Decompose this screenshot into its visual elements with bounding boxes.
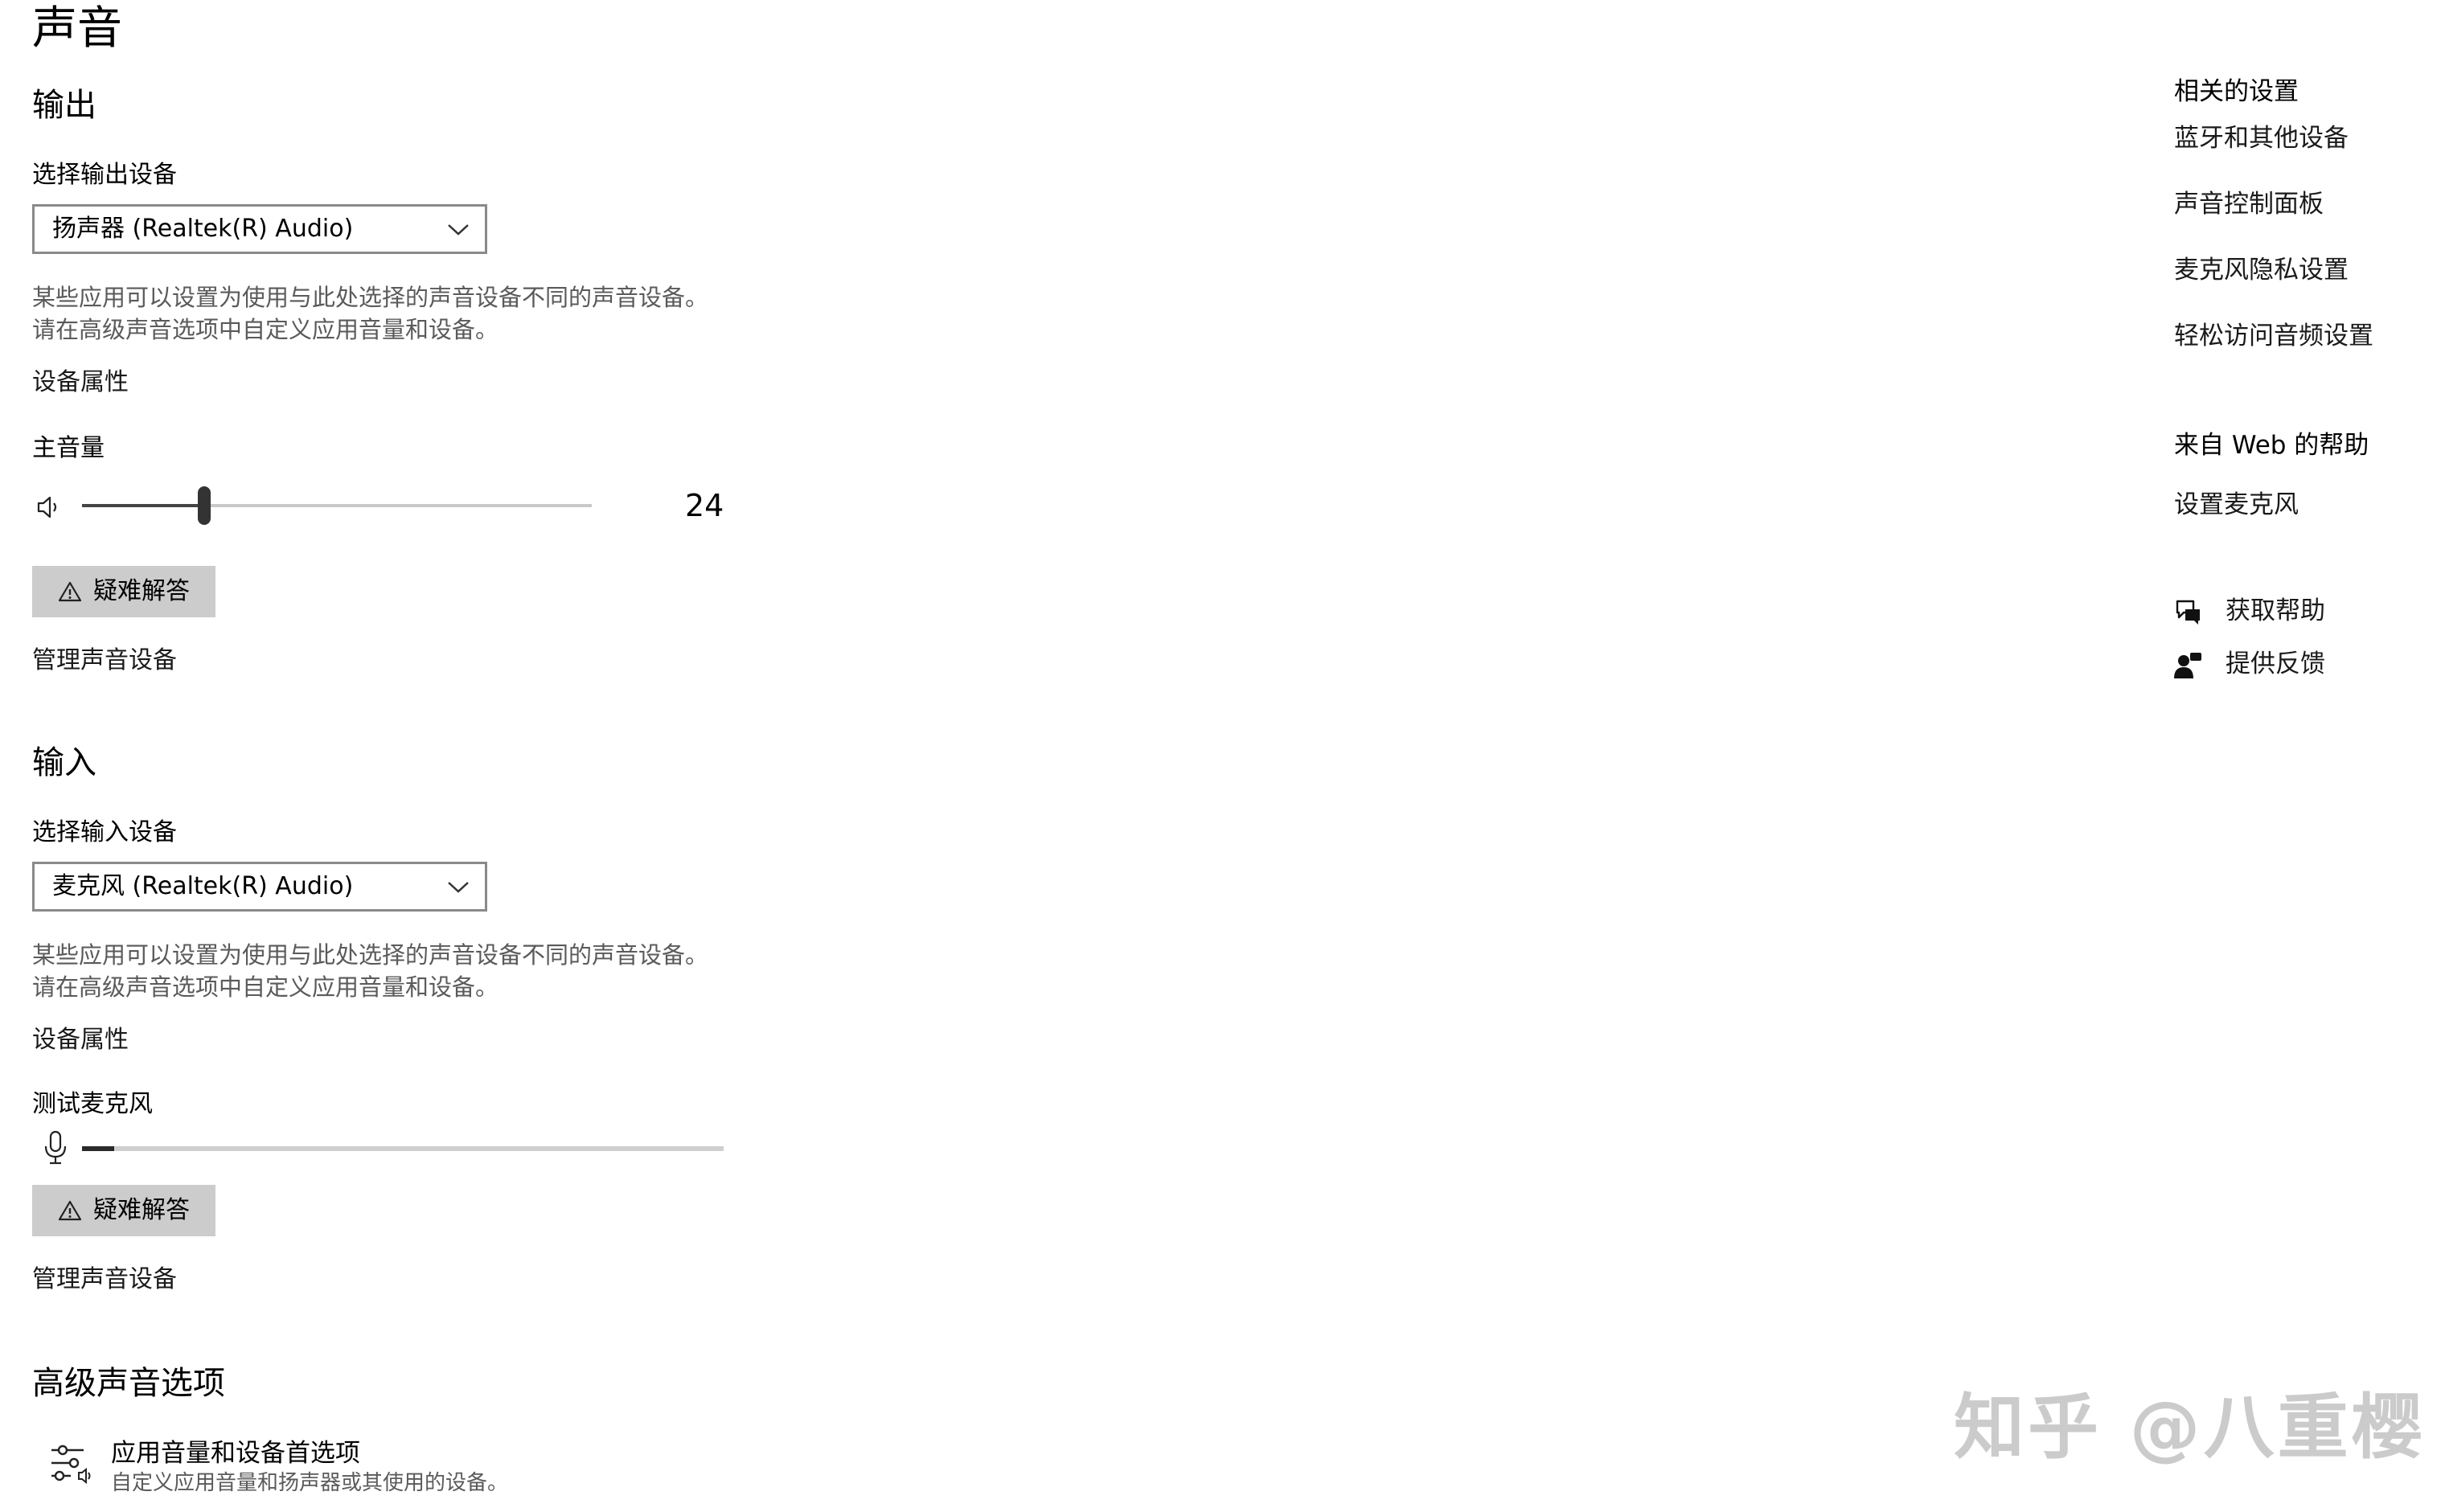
chevron-down-icon [448,224,469,236]
output-heading: 输出 [32,87,96,124]
output-troubleshoot-label: 疑难解答 [93,577,190,605]
page-title: 声音 [32,2,122,55]
input-troubleshoot-label: 疑难解答 [93,1196,190,1224]
input-manage-devices-link[interactable]: 管理声音设备 [32,1264,177,1296]
input-device-value: 麦克风 (Realtek(R) Audio) [52,872,354,900]
related-link-mic-privacy[interactable]: 麦克风隐私设置 [2174,254,2349,286]
output-device-properties-link[interactable]: 设备属性 [32,367,129,399]
output-device-select[interactable]: 扬声器 (Realtek(R) Audio) [32,204,487,254]
master-volume-value: 24 [685,488,724,523]
input-troubleshoot-button[interactable]: 疑难解答 [32,1185,215,1236]
speaker-icon[interactable] [35,494,64,521]
mic-level-track [82,1146,724,1151]
input-description-line2: 请在高级声音选项中自定义应用音量和设备。 [32,973,499,1001]
web-help-link-setup-mic[interactable]: 设置麦克风 [2174,489,2299,521]
warning-icon [58,581,82,602]
input-heading: 输入 [32,744,96,781]
test-mic-label: 测试麦克风 [32,1090,153,1118]
watermark: 知乎 @八重樱 [1954,1386,2426,1469]
warning-icon [58,1200,82,1221]
master-volume-thumb[interactable] [198,486,211,525]
output-manage-devices-link[interactable]: 管理声音设备 [32,645,177,677]
related-settings-heading: 相关的设置 [2174,77,2299,106]
input-device-select[interactable]: 麦克风 (Realtek(R) Audio) [32,862,487,912]
related-link-sound-control-panel[interactable]: 声音控制面板 [2174,188,2324,220]
output-select-label: 选择输出设备 [32,161,177,189]
input-select-label: 选择输入设备 [32,818,177,846]
feedback-person-icon [2174,653,2201,678]
app-volume-preferences-item[interactable]: 应用音量和设备首选项 自定义应用音量和扬声器或其使用的设备。 [48,1437,611,1502]
master-volume-label: 主音量 [32,434,105,462]
input-device-properties-link[interactable]: 设备属性 [32,1024,129,1056]
help-chat-icon [2176,600,2200,625]
output-description-line1: 某些应用可以设置为使用与此处选择的声音设备不同的声音设备。 [32,284,709,311]
feedback-label: 提供反馈 [2226,649,2325,678]
get-help-label: 获取帮助 [2226,596,2325,625]
app-volume-preferences-title: 应用音量和设备首选项 [111,1439,360,1468]
sound-settings-page: 声音 输出 选择输出设备 扬声器 (Realtek(R) Audio) 某些应用… [0,0,2441,1512]
output-description-line2: 请在高级声音选项中自定义应用音量和设备。 [32,316,499,343]
related-link-bluetooth[interactable]: 蓝牙和其他设备 [2174,122,2349,154]
web-help-heading: 来自 Web 的帮助 [2174,431,2369,460]
output-device-value: 扬声器 (Realtek(R) Audio) [52,215,354,243]
chevron-down-icon [448,882,469,893]
sliders-icon [51,1444,91,1485]
advanced-heading: 高级声音选项 [32,1365,225,1402]
app-volume-preferences-desc: 自定义应用音量和扬声器或其使用的设备。 [111,1471,509,1495]
related-link-ease-of-access-audio[interactable]: 轻松访问音频设置 [2174,320,2373,352]
mic-level-fill [82,1146,114,1151]
input-description-line1: 某些应用可以设置为使用与此处选择的声音设备不同的声音设备。 [32,941,709,969]
output-troubleshoot-button[interactable]: 疑难解答 [32,566,215,617]
microphone-icon [44,1130,67,1165]
master-volume-fill [82,504,204,507]
